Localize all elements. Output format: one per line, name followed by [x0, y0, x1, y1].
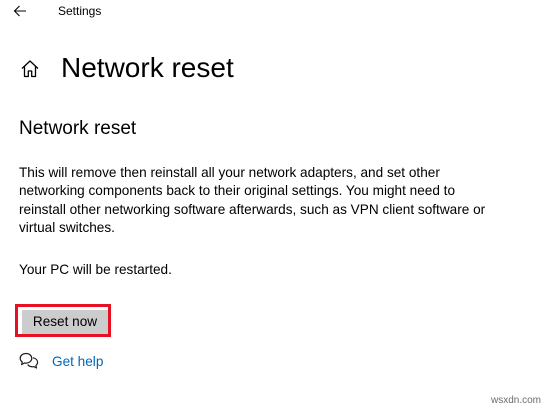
- get-help-row[interactable]: Get help: [19, 350, 103, 372]
- window-title: Settings: [58, 4, 102, 18]
- page-title: Network reset: [61, 52, 234, 83]
- back-arrow-icon: [13, 5, 26, 17]
- watermark: wsxdn.com: [490, 395, 541, 406]
- home-button[interactable]: [18, 56, 42, 80]
- get-help-icon: [19, 352, 39, 370]
- home-icon: [21, 59, 39, 77]
- page-header: Network reset: [18, 48, 234, 88]
- back-button[interactable]: [8, 0, 32, 22]
- section-title: Network reset: [19, 118, 137, 139]
- description-text: This will remove then reinstall all your…: [19, 165, 486, 236]
- title-bar: Settings: [0, 0, 546, 24]
- get-help-link[interactable]: Get help: [52, 354, 103, 369]
- reset-now-button[interactable]: Reset now: [22, 310, 108, 334]
- restart-note: Your PC will be restarted.: [19, 262, 172, 277]
